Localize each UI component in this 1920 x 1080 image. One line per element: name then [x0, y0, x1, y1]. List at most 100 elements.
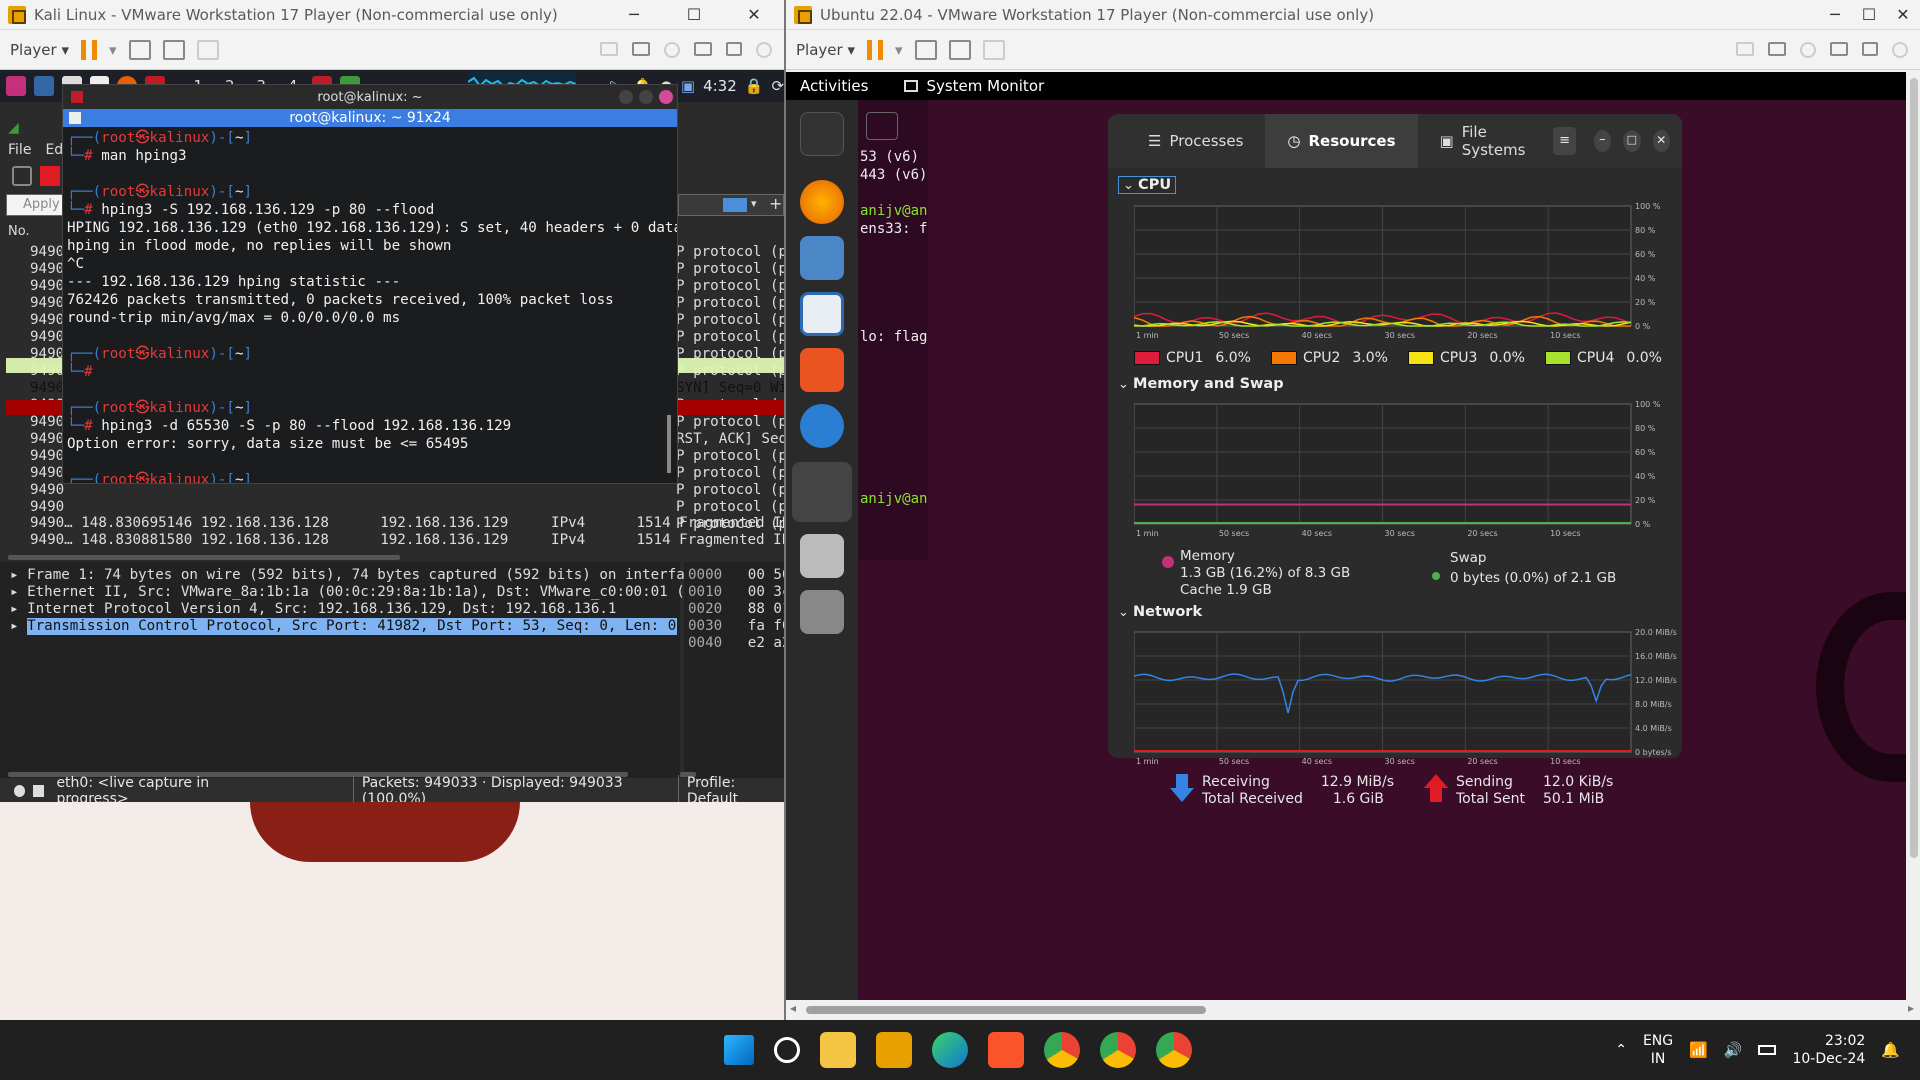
cpu-legend-item[interactable]: CPU3 0.0% [1408, 350, 1545, 366]
add-filter-button[interactable]: + [769, 194, 782, 213]
scroll-right-icon[interactable]: ▸ [1908, 1001, 1914, 1015]
detail-row-frame[interactable]: ▸ Frame 1: 74 bytes on wire (592 bits), … [0, 562, 779, 584]
swap-color-icon[interactable] [1432, 572, 1440, 580]
cpu-color-swatch[interactable] [1408, 351, 1434, 365]
packet-row-info[interactable]: RST, ACK] Seq= [676, 431, 784, 448]
memory-color-icon[interactable] [1162, 556, 1174, 568]
maximize-button[interactable]: ☐ [664, 5, 724, 24]
packet-row-info[interactable]: P protocol (pre [676, 261, 784, 278]
settings-icon[interactable] [1892, 41, 1908, 58]
volume-icon[interactable]: 🔊 [1724, 1041, 1743, 1059]
send-ctrl-alt-del-icon[interactable] [914, 39, 937, 60]
send-ctrl-alt-del-icon[interactable] [128, 39, 151, 60]
lock-icon[interactable]: 🔒 [745, 77, 764, 95]
close-button[interactable]: ✕ [724, 5, 784, 24]
search-icon[interactable] [774, 1037, 800, 1063]
terminal-scrollbar[interactable] [667, 415, 671, 473]
packet-row-number[interactable]: 9490 [30, 431, 64, 448]
terminal-dock-icon[interactable] [800, 112, 844, 156]
terminal-output[interactable]: ┌──(root㉿kalinux)-[~] └─# man hping3 ┌──(… [63, 127, 677, 483]
packet-row-number[interactable]: 9490 [30, 380, 64, 397]
activities-button[interactable]: Activities [800, 77, 868, 95]
packet-row-info[interactable]: P protocol (pre [676, 482, 784, 499]
trash-dock-icon[interactable] [800, 590, 844, 634]
chrome-icon[interactable] [1044, 1032, 1080, 1068]
refresh-icon[interactable]: ⟳ [771, 77, 784, 95]
detail-row-tcp[interactable]: ▸ Transmission Control Protocol, Src Por… [0, 618, 680, 635]
pause-icon[interactable] [867, 39, 883, 60]
show-hidden-icons-chevron-icon[interactable]: ⌃ [1615, 1042, 1627, 1058]
packet-row-info[interactable]: P protocol (pre [676, 329, 784, 346]
packet-row-info[interactable]: P protocol (pre [676, 295, 784, 312]
vm-vertical-scrollbar[interactable] [1906, 72, 1920, 1020]
memory-section-header[interactable]: ⌄ Memory and Swap [1118, 376, 1284, 392]
network-adapter-icon[interactable] [694, 41, 712, 56]
network-adapter-icon[interactable] [1830, 41, 1848, 56]
horizontal-scroll-thumb[interactable] [806, 1006, 1206, 1014]
packet-row-info[interactable]: P protocol (pre [676, 414, 784, 431]
tab-processes[interactable]: ☰ Processes [1108, 114, 1265, 168]
chevron-down-icon[interactable]: ▾ [895, 41, 903, 59]
maximize-button[interactable]: □ [1623, 130, 1641, 152]
packet-row-number[interactable]: 9490 [30, 261, 64, 278]
packet-row-number[interactable]: 9490 [30, 295, 64, 312]
stop-capture-icon[interactable] [40, 166, 60, 186]
cd-icon[interactable] [664, 41, 680, 58]
files-dock-icon[interactable] [800, 236, 844, 280]
network-section-header[interactable]: ⌄ Network [1118, 604, 1202, 620]
file-explorer-icon[interactable] [820, 1032, 856, 1068]
settings-icon[interactable] [756, 41, 772, 58]
app-menu-system-monitor[interactable]: System Monitor [926, 77, 1044, 95]
packet-row-number[interactable]: 9490 [30, 329, 64, 346]
detail-row-ip[interactable]: ▸ Internet Protocol Version 4, Src: 192.… [0, 601, 680, 618]
packet-row-info[interactable]: P protocol (pre [676, 465, 784, 482]
vmware-taskbar-icon[interactable] [876, 1032, 912, 1068]
minimize-button[interactable]: ─ [604, 5, 664, 24]
network-icon[interactable]: ▣ [681, 77, 695, 95]
printer-icon[interactable] [1768, 41, 1786, 56]
notifications-bell-icon[interactable]: 🔔 [1881, 1041, 1900, 1059]
sound-icon[interactable] [726, 41, 742, 56]
packet-row-info[interactable]: P protocol (pre [676, 278, 784, 295]
packet-row-number[interactable]: 9490 [30, 448, 64, 465]
vertical-scroll-thumb[interactable] [1910, 78, 1918, 858]
libreoffice-writer-dock-icon[interactable] [800, 292, 844, 336]
packet-row-number[interactable]: 9490 [30, 482, 64, 499]
chrome-profile-icon[interactable] [1100, 1032, 1136, 1068]
terminal-minimize-button[interactable] [619, 90, 633, 104]
maximize-button[interactable]: ☐ [1852, 5, 1886, 24]
column-no-header[interactable]: No. [8, 224, 30, 239]
download-arrow-icon[interactable] [1170, 774, 1194, 802]
detail-row-ethernet[interactable]: ▸ Ethernet II, Src: VMware_8a:1b:1a (00:… [0, 584, 784, 601]
cpu-section-header[interactable]: ⌄ CPU [1118, 176, 1177, 194]
minimize-button[interactable]: – [1593, 130, 1612, 152]
cpu-color-swatch[interactable] [1271, 351, 1297, 365]
brave-icon[interactable] [988, 1032, 1024, 1068]
cpu-legend-item[interactable]: CPU2 3.0% [1271, 350, 1408, 366]
hamburger-menu-button[interactable]: ≡ [1553, 127, 1576, 155]
packet-row[interactable]: 9490… 148.830695146 192.168.136.128 192.… [30, 515, 784, 532]
hex-row[interactable]: 0000 00 50 5 [688, 567, 784, 584]
tab-file-systems[interactable]: ▣ File Systems [1418, 114, 1554, 168]
wifi-icon[interactable]: 📶 [1689, 1041, 1708, 1059]
chrome-profile-2-icon[interactable] [1156, 1032, 1192, 1068]
minimize-button[interactable]: ─ [1818, 5, 1852, 24]
fullscreen-icon[interactable] [162, 39, 185, 60]
hex-row[interactable]: 0020 88 01 a [688, 601, 784, 618]
horizontal-scrollbar[interactable] [8, 555, 400, 560]
packet-row-info[interactable]: SYN] Seq=0 Win= [676, 380, 784, 397]
packet-row-number[interactable]: 9490 [30, 278, 64, 295]
menu-file[interactable]: File [8, 142, 31, 158]
disks-dock-icon[interactable] [800, 534, 844, 578]
start-capture-icon[interactable] [12, 166, 32, 186]
hex-row[interactable]: 0030 fa f0 f [688, 618, 784, 635]
pause-icon[interactable] [81, 39, 97, 60]
player-menu[interactable]: Player ▾ [796, 41, 855, 59]
packet-row-info[interactable]: P protocol (pre [676, 448, 784, 465]
sound-icon[interactable] [1862, 41, 1878, 56]
hex-row[interactable]: 0040 e2 a2 0 [688, 635, 784, 652]
cpu-legend-item[interactable]: CPU1 6.0% [1134, 350, 1271, 366]
edge-icon[interactable] [932, 1032, 968, 1068]
language-indicator[interactable]: ENG IN [1643, 1032, 1673, 1068]
cd-icon[interactable] [1800, 41, 1816, 58]
